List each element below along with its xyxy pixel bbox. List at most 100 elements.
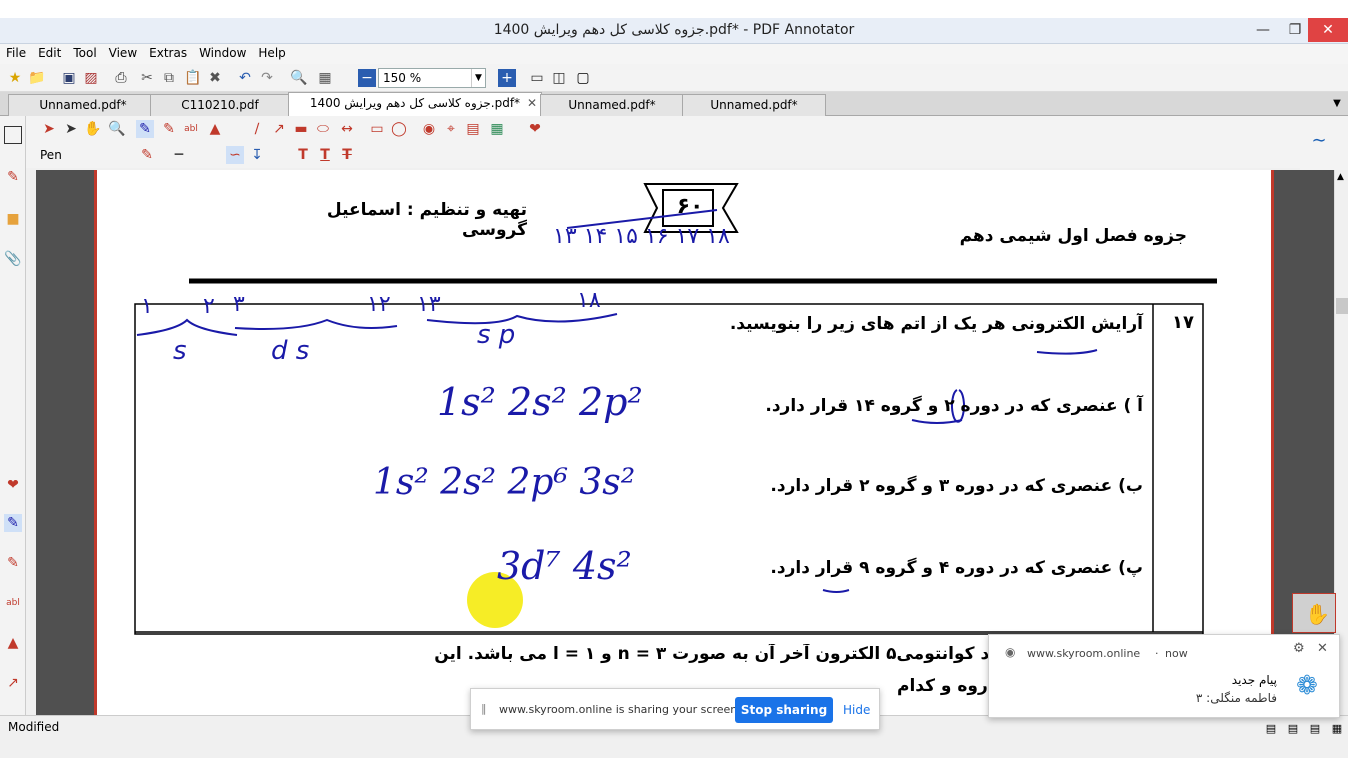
close-tab-icon[interactable]: ✕	[527, 96, 537, 110]
favorites-icon[interactable]: ❤	[526, 120, 544, 138]
drag-handle-icon[interactable]: ‖	[481, 702, 487, 715]
zoom-select[interactable]: 150 % ▼	[378, 68, 486, 88]
undo-icon[interactable]: ↶	[236, 69, 254, 87]
line-tool-icon[interactable]: ∕	[248, 120, 266, 138]
text-select-icon[interactable]: ➤	[62, 120, 80, 138]
save-icon[interactable]: ▣	[60, 69, 78, 87]
paste-icon[interactable]: 📋	[184, 69, 202, 87]
highlighter-icon[interactable]: ✎	[4, 554, 22, 572]
tab-label: Unnamed.pdf*	[710, 98, 798, 112]
rectangle-tool-icon[interactable]: ▬	[292, 120, 310, 138]
stamp-icon[interactable]: ▲	[4, 634, 22, 652]
pen-red-icon[interactable]: ✎	[4, 168, 22, 186]
page-layout-icon[interactable]: ▦	[316, 69, 334, 87]
insert-image-icon[interactable]: ▦	[488, 120, 506, 138]
menu-window[interactable]: Window	[193, 44, 252, 64]
zoom-out-icon[interactable]: −	[358, 69, 376, 87]
tab-c110210[interactable]: C110210.pdf	[150, 94, 290, 116]
menu-edit[interactable]: Edit	[32, 44, 67, 64]
tabs-menu-icon[interactable]: ▼	[1328, 95, 1346, 113]
item-a: آ ) عنصری که در دوره ۲ و گروه ۱۴ قرار دا…	[765, 396, 1143, 416]
stop-sharing-button[interactable]: Stop sharing	[735, 697, 833, 723]
tab-unnamed-2[interactable]: Unnamed.pdf*	[540, 94, 684, 116]
eraser-icon[interactable]: ▭	[368, 120, 386, 138]
arrow-icon[interactable]: ↗	[4, 674, 22, 692]
select-icon[interactable]: ➤	[40, 120, 58, 138]
tab-active-document[interactable]: جزوه کلاسی کل دهم ویرایش 1400.pdf* ✕	[288, 92, 542, 116]
open-folder-icon[interactable]: 📁	[28, 69, 46, 87]
arrow-tool-icon[interactable]: ↗	[270, 120, 288, 138]
chevron-down-icon[interactable]: ▼	[471, 69, 485, 87]
copy-icon[interactable]: ⧉	[160, 69, 178, 87]
find-icon[interactable]: 🔍	[290, 69, 308, 87]
marker-tool-icon[interactable]: ✎	[160, 120, 178, 138]
restore-icon[interactable]: ❐	[1278, 18, 1312, 42]
cut-icon[interactable]: ✂	[138, 69, 156, 87]
lasso-icon[interactable]: ◯	[390, 120, 408, 138]
text-underline-icon[interactable]: T	[316, 146, 334, 164]
hide-button[interactable]: Hide	[843, 697, 875, 723]
group-number-3: ۳	[233, 292, 245, 317]
print-icon[interactable]: ⎙	[112, 69, 130, 87]
attach-icon[interactable]: 📎	[4, 250, 22, 268]
redo-icon[interactable]: ↷	[258, 69, 276, 87]
handwritten-answer-b: 1s² 2s² 2p⁶ 3s²	[373, 462, 636, 503]
menu-view[interactable]: View	[103, 44, 143, 64]
smooth-curve-icon[interactable]: ∽	[226, 146, 244, 164]
textbox-icon[interactable]: abl	[4, 594, 22, 612]
view-facing-icon[interactable]: ▤	[1306, 720, 1324, 738]
delete-icon[interactable]: ✖	[206, 69, 224, 87]
ruler-tool-icon[interactable]: ↔	[338, 120, 356, 138]
raise-hand-button[interactable]: ✋	[1292, 593, 1336, 633]
main-toolbar: ★ 📁 ▣ ▨ ⎙ ✂ ⧉ 📋 ✖ ↶ ↷ 🔍 ▦ − 150 % ▼ + ▭ …	[0, 64, 1348, 92]
title-bar: جزوه کلاسی کل دهم ویرایش 1400.pdf* - PDF…	[0, 18, 1348, 44]
crop-icon[interactable]: ⌖	[442, 120, 460, 138]
view-continuous-icon[interactable]: ▤	[1284, 720, 1302, 738]
tool-name-label: Pen	[40, 148, 62, 162]
fullscreen-icon[interactable]: ▢	[574, 69, 592, 87]
camera-icon[interactable]: ◉	[420, 120, 438, 138]
minimize-icon[interactable]: —	[1246, 18, 1280, 42]
menu-extras[interactable]: Extras	[143, 44, 193, 64]
pen-color-icon[interactable]: ✎	[138, 146, 156, 164]
pen-active-icon[interactable]: ✎	[4, 514, 22, 532]
brace-s	[136, 318, 238, 336]
pen-tool-icon[interactable]: ✎	[136, 120, 154, 138]
handwritten-answer-c: 3d⁷ 4s²	[497, 544, 632, 588]
two-page-icon[interactable]: ◫	[550, 69, 568, 87]
hand-icon[interactable]: ✋	[84, 120, 102, 138]
folder-icon[interactable]: ■	[4, 210, 22, 228]
handwritten-answer-a: 1s² 2s² 2p²	[437, 380, 643, 424]
window-title: جزوه کلاسی کل دهم ویرایش 1400.pdf* - PDF…	[493, 22, 855, 38]
notification-title: پیام جدید	[1231, 673, 1277, 687]
magnifier-icon[interactable]: 🔍	[108, 120, 126, 138]
measure-icon[interactable]: ▤	[464, 120, 482, 138]
new-file-icon[interactable]: ★	[6, 69, 24, 87]
snap-icon[interactable]: ↧	[248, 146, 266, 164]
zoom-in-icon[interactable]: +	[498, 69, 516, 87]
stamp-tool-icon[interactable]: ▲	[206, 120, 224, 138]
menu-help[interactable]: Help	[252, 44, 291, 64]
heart-icon[interactable]: ❤	[4, 476, 22, 494]
item-c: پ) عنصری که در دوره ۴ و گروه ۹ قرار دارد…	[770, 558, 1143, 578]
menu-file[interactable]: File	[0, 44, 32, 64]
scroll-up-icon[interactable]: ▲	[1337, 172, 1344, 182]
typewriter-icon[interactable]: abl	[182, 120, 200, 138]
notification-toast[interactable]: ◉ www.skyroom.online · now ⚙ ✕ پیام جدید…	[988, 634, 1340, 718]
text-format-icon[interactable]: T	[294, 146, 312, 164]
gear-icon[interactable]: ⚙	[1293, 641, 1305, 656]
page-icon[interactable]	[4, 126, 22, 144]
view-single-icon[interactable]: ▤	[1262, 720, 1280, 738]
single-page-icon[interactable]: ▭	[528, 69, 546, 87]
tab-unnamed-3[interactable]: Unnamed.pdf*	[682, 94, 826, 116]
tab-unnamed-1[interactable]: Unnamed.pdf*	[8, 94, 158, 116]
text-strike-icon[interactable]: T	[338, 146, 356, 164]
ellipse-tool-icon[interactable]: ⬭	[314, 120, 332, 138]
view-grid-icon[interactable]: ▦	[1328, 720, 1346, 738]
save-as-icon[interactable]: ▨	[82, 69, 100, 87]
menu-tool[interactable]: Tool	[67, 44, 102, 64]
scroll-thumb[interactable]	[1336, 298, 1348, 314]
close-icon[interactable]: ✕	[1308, 18, 1348, 42]
close-icon[interactable]: ✕	[1317, 641, 1328, 656]
line-width-icon[interactable]: ─	[170, 146, 188, 164]
